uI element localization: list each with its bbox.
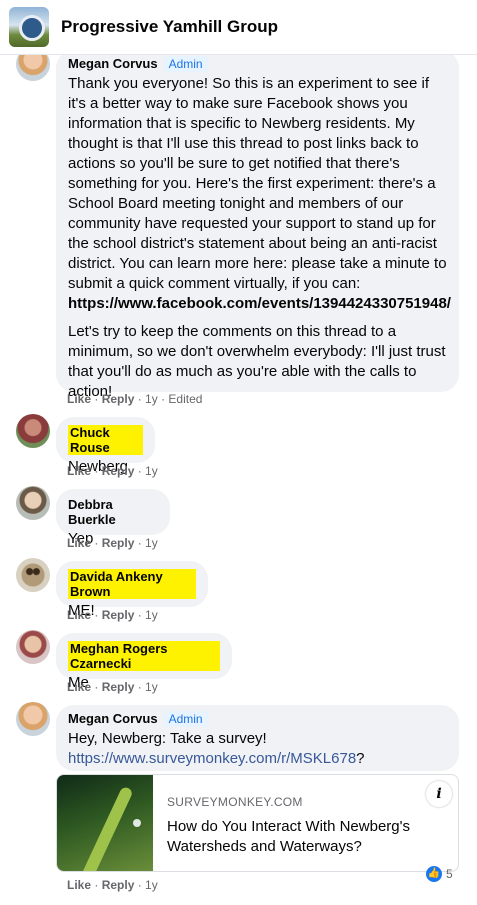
survey-link[interactable]: https://www.surveymonkey.com/r/MSKL678 xyxy=(68,750,356,767)
comment-actions: Like · Reply · 1y xyxy=(67,608,158,622)
timestamp[interactable]: 1y xyxy=(145,536,158,550)
comment-chuck-rouse: Chuck Rouse Newberg Like · Reply · 1y xyxy=(16,414,477,478)
like-button[interactable]: Like xyxy=(67,392,91,406)
reply-button[interactable]: Reply xyxy=(102,608,135,622)
comment-bubble: Megan Corvus Admin Thank you everyone! So… xyxy=(56,50,459,400)
comment-actions: Like · Reply · 1y xyxy=(67,464,158,478)
timestamp[interactable]: 1y xyxy=(145,608,158,622)
thumbs-up-icon: 👍 xyxy=(426,866,442,882)
timestamp[interactable]: 1y xyxy=(145,464,158,478)
like-button[interactable]: Like xyxy=(67,536,91,550)
comment-paragraph: Thank you everyone! So this is an experi… xyxy=(68,75,447,292)
edited-label: Edited xyxy=(168,392,203,406)
author-name[interactable]: Megan Corvus xyxy=(68,711,158,726)
info-icon[interactable]: i xyxy=(426,781,452,807)
comment-actions: Like · Reply · 1y · Edited xyxy=(67,392,203,406)
avatar[interactable] xyxy=(16,630,50,664)
timestamp[interactable]: 1y xyxy=(145,680,158,694)
group-title[interactable]: Progressive Yamhill Group xyxy=(61,17,278,37)
comment-text: Thank you everyone! So this is an experi… xyxy=(68,74,451,402)
timestamp[interactable]: 1y xyxy=(145,392,158,406)
comment-actions: Like · Reply · 1y xyxy=(67,680,158,694)
like-button[interactable]: Like xyxy=(67,464,91,478)
preview-image[interactable] xyxy=(57,775,153,871)
like-button[interactable]: Like xyxy=(67,680,91,694)
avatar[interactable] xyxy=(16,414,50,448)
comment-debbra-buerkle: Debbra Buerkle Yep Like · Reply · 1y xyxy=(16,486,477,550)
avatar[interactable] xyxy=(16,558,50,592)
comment-megan-corvus-1: Megan Corvus Admin Thank you everyone! So… xyxy=(16,47,477,412)
reply-button[interactable]: Reply xyxy=(102,464,135,478)
like-button[interactable]: Like xyxy=(67,878,91,892)
reaction-count: 5 xyxy=(446,867,453,881)
comment-text: Hey, Newberg: Take a survey! https://www… xyxy=(68,729,447,769)
avatar[interactable] xyxy=(16,486,50,520)
author-name[interactable]: Debbra Buerkle xyxy=(68,497,158,527)
group-header: Progressive Yamhill Group xyxy=(0,0,477,55)
comment-paragraph: Let's try to keep the comments on this t… xyxy=(68,323,446,400)
comment-line: Hey, Newberg: Take a survey! xyxy=(68,730,267,747)
author-name[interactable]: Davida Ankeny Brown xyxy=(68,569,196,599)
comment-actions: Like · Reply · 1y xyxy=(67,536,158,550)
comment-davida-ankeny-brown: Davida Ankeny Brown ME! Like · Reply · 1… xyxy=(16,558,477,622)
preview-domain: SURVEYMONKEY.COM xyxy=(167,795,303,809)
comment-bubble: Megan Corvus Admin Hey, Newberg: Take a s… xyxy=(56,705,459,771)
comment-bubble: Debbra Buerkle Yep xyxy=(56,489,170,547)
admin-badge: Admin xyxy=(163,711,208,727)
comment-bubble: Meghan Rogers Czarnecki Me xyxy=(56,633,232,691)
preview-title[interactable]: How do You Interact With Newberg's Water… xyxy=(167,817,452,857)
comment-actions: Like · Reply · 1y xyxy=(67,878,158,892)
author-name[interactable]: Chuck Rouse xyxy=(68,425,143,455)
like-button[interactable]: Like xyxy=(67,608,91,622)
reply-button[interactable]: Reply xyxy=(102,536,135,550)
author-name[interactable]: Meghan Rogers Czarnecki xyxy=(68,641,220,671)
group-avatar[interactable] xyxy=(9,7,49,47)
timestamp[interactable]: 1y xyxy=(145,878,158,892)
avatar[interactable] xyxy=(16,702,50,736)
link-preview-card[interactable]: SURVEYMONKEY.COM How do You Interact Wit… xyxy=(56,774,459,872)
reaction-summary[interactable]: 👍 5 xyxy=(426,866,453,882)
comment-bubble: Chuck Rouse Newberg xyxy=(56,417,155,475)
comment-megan-corvus-2: Megan Corvus Admin Hey, Newberg: Take a s… xyxy=(16,702,477,902)
reply-button[interactable]: Reply xyxy=(102,392,135,406)
admin-badge: Admin xyxy=(163,56,208,72)
event-link[interactable]: https://www.facebook.com/events/13944243… xyxy=(68,295,451,312)
comment-meghan-rogers-czarnecki: Meghan Rogers Czarnecki Me Like · Reply … xyxy=(16,630,477,694)
reply-button[interactable]: Reply xyxy=(102,878,135,892)
comment-bubble: Davida Ankeny Brown ME! xyxy=(56,561,208,619)
link-suffix: ? xyxy=(356,750,365,767)
author-name[interactable]: Megan Corvus xyxy=(68,56,158,71)
reply-button[interactable]: Reply xyxy=(102,680,135,694)
